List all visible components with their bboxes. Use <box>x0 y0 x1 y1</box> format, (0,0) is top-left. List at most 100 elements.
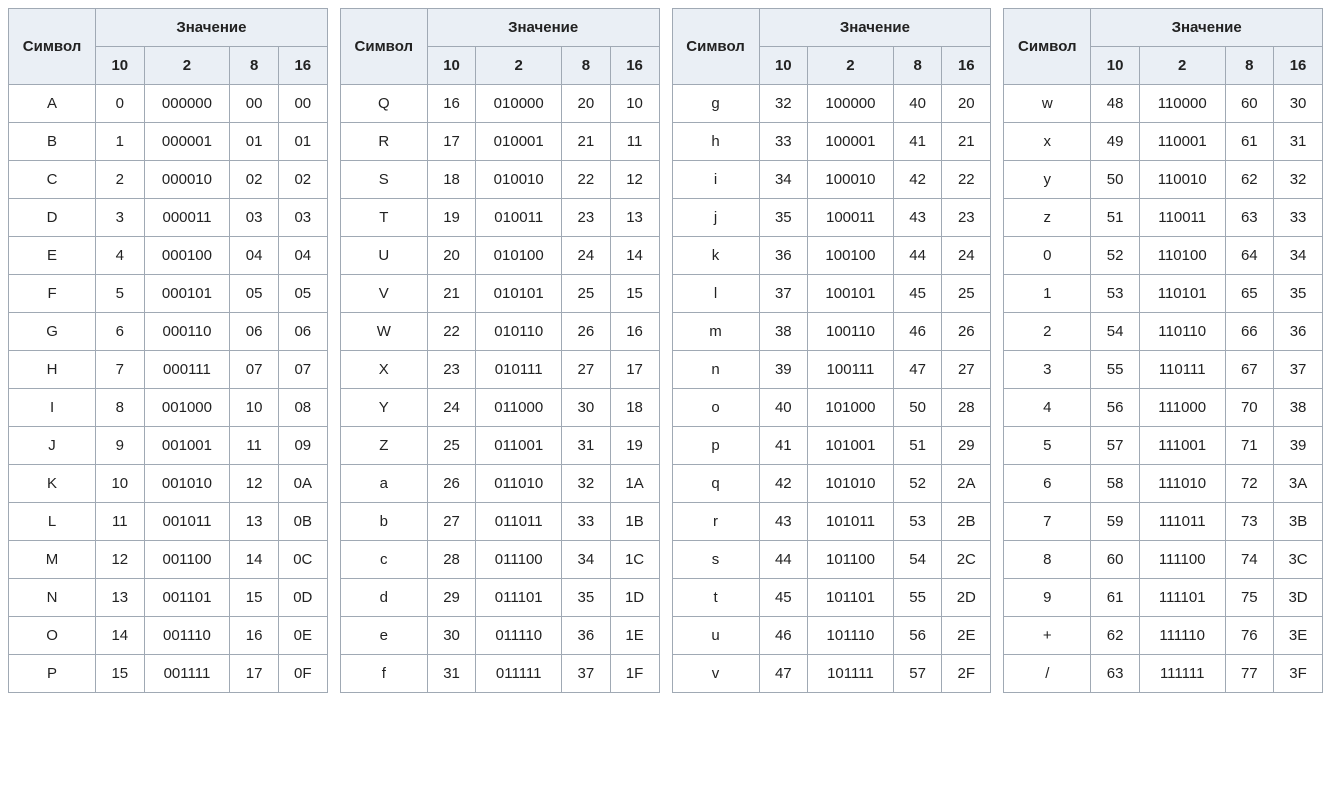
table-row: T190100112313 <box>340 199 659 237</box>
cell-symbol: p <box>672 427 759 465</box>
table-row: q42101010522A <box>672 465 991 503</box>
cell-symbol: Z <box>340 427 427 465</box>
cell-base16: 32 <box>1274 161 1323 199</box>
cell-base2: 101001 <box>808 427 894 465</box>
cell-base10: 61 <box>1091 579 1140 617</box>
cell-base10: 41 <box>759 427 808 465</box>
cell-base10: 10 <box>96 465 145 503</box>
table-row: k361001004424 <box>672 237 991 275</box>
cell-base8: 20 <box>562 85 611 123</box>
table-row: 0521101006434 <box>1004 237 1323 275</box>
cell-base8: 37 <box>562 655 611 693</box>
cell-base2: 011001 <box>476 427 562 465</box>
cell-base2: 001001 <box>144 427 230 465</box>
cell-base2: 100001 <box>808 123 894 161</box>
cell-base2: 111110 <box>1139 617 1225 655</box>
cell-symbol: w <box>1004 85 1091 123</box>
table-row: 759111011733B <box>1004 503 1323 541</box>
cell-base10: 21 <box>427 275 476 313</box>
cell-base2: 100111 <box>808 351 894 389</box>
cell-base2: 101111 <box>808 655 894 693</box>
cell-base8: 04 <box>230 237 279 275</box>
cell-base8: 35 <box>562 579 611 617</box>
cell-base10: 19 <box>427 199 476 237</box>
cell-symbol: + <box>1004 617 1091 655</box>
cell-symbol: 1 <box>1004 275 1091 313</box>
cell-base10: 38 <box>759 313 808 351</box>
cell-base2: 010101 <box>476 275 562 313</box>
table-row: e30011110361E <box>340 617 659 655</box>
cell-symbol: h <box>672 123 759 161</box>
cell-base10: 39 <box>759 351 808 389</box>
cell-base2: 011100 <box>476 541 562 579</box>
cell-base16: 24 <box>942 237 991 275</box>
cell-symbol: 9 <box>1004 579 1091 617</box>
table-row: 658111010723A <box>1004 465 1323 503</box>
cell-base8: 14 <box>230 541 279 579</box>
cell-base8: 75 <box>1225 579 1274 617</box>
cell-base16: 06 <box>278 313 327 351</box>
cell-base10: 44 <box>759 541 808 579</box>
cell-base10: 34 <box>759 161 808 199</box>
cell-base2: 000010 <box>144 161 230 199</box>
cell-base2: 001101 <box>144 579 230 617</box>
cell-base10: 25 <box>427 427 476 465</box>
cell-base2: 010111 <box>476 351 562 389</box>
cell-base16: 15 <box>610 275 659 313</box>
cell-base2: 101011 <box>808 503 894 541</box>
cell-base16: 36 <box>1274 313 1323 351</box>
cell-base8: 71 <box>1225 427 1274 465</box>
cell-base16: 3F <box>1274 655 1323 693</box>
cell-base10: 37 <box>759 275 808 313</box>
cell-base2: 011010 <box>476 465 562 503</box>
cell-base16: 3C <box>1274 541 1323 579</box>
cell-symbol: 3 <box>1004 351 1091 389</box>
cell-base16: 1F <box>610 655 659 693</box>
cell-base10: 5 <box>96 275 145 313</box>
encoding-table-2: СимволЗначение102816g321000004020h331000… <box>672 8 992 693</box>
cell-base8: 62 <box>1225 161 1274 199</box>
cell-symbol: y <box>1004 161 1091 199</box>
cell-base2: 000100 <box>144 237 230 275</box>
cell-symbol: m <box>672 313 759 351</box>
cell-symbol: 0 <box>1004 237 1091 275</box>
cell-symbol: U <box>340 237 427 275</box>
cell-base8: 02 <box>230 161 279 199</box>
cell-base10: 22 <box>427 313 476 351</box>
table-row: P15001111170F <box>9 655 328 693</box>
cell-base10: 9 <box>96 427 145 465</box>
cell-base2: 001000 <box>144 389 230 427</box>
cell-base16: 09 <box>278 427 327 465</box>
cell-symbol: c <box>340 541 427 579</box>
cell-symbol: J <box>9 427 96 465</box>
cell-symbol: 7 <box>1004 503 1091 541</box>
cell-base2: 101110 <box>808 617 894 655</box>
cell-symbol: i <box>672 161 759 199</box>
cell-base8: 76 <box>1225 617 1274 655</box>
cell-base16: 2E <box>942 617 991 655</box>
cell-base16: 19 <box>610 427 659 465</box>
cell-base8: 12 <box>230 465 279 503</box>
cell-base8: 57 <box>893 655 942 693</box>
table-row: B10000010101 <box>9 123 328 161</box>
encoding-table-0: СимволЗначение102816A00000000000B1000001… <box>8 8 328 693</box>
cell-base16: 25 <box>942 275 991 313</box>
cell-base8: 27 <box>562 351 611 389</box>
cell-symbol: N <box>9 579 96 617</box>
cell-base8: 46 <box>893 313 942 351</box>
cell-base16: 02 <box>278 161 327 199</box>
cell-base10: 36 <box>759 237 808 275</box>
cell-symbol: L <box>9 503 96 541</box>
cell-base16: 3E <box>1274 617 1323 655</box>
cell-base10: 24 <box>427 389 476 427</box>
cell-base8: 25 <box>562 275 611 313</box>
cell-base2: 010011 <box>476 199 562 237</box>
table-row: L11001011130B <box>9 503 328 541</box>
cell-base8: 36 <box>562 617 611 655</box>
cell-base16: 0D <box>278 579 327 617</box>
col-header-symbol: Символ <box>1004 9 1091 85</box>
cell-base8: 64 <box>1225 237 1274 275</box>
cell-base8: 24 <box>562 237 611 275</box>
cell-base2: 100100 <box>808 237 894 275</box>
cell-base16: 12 <box>610 161 659 199</box>
